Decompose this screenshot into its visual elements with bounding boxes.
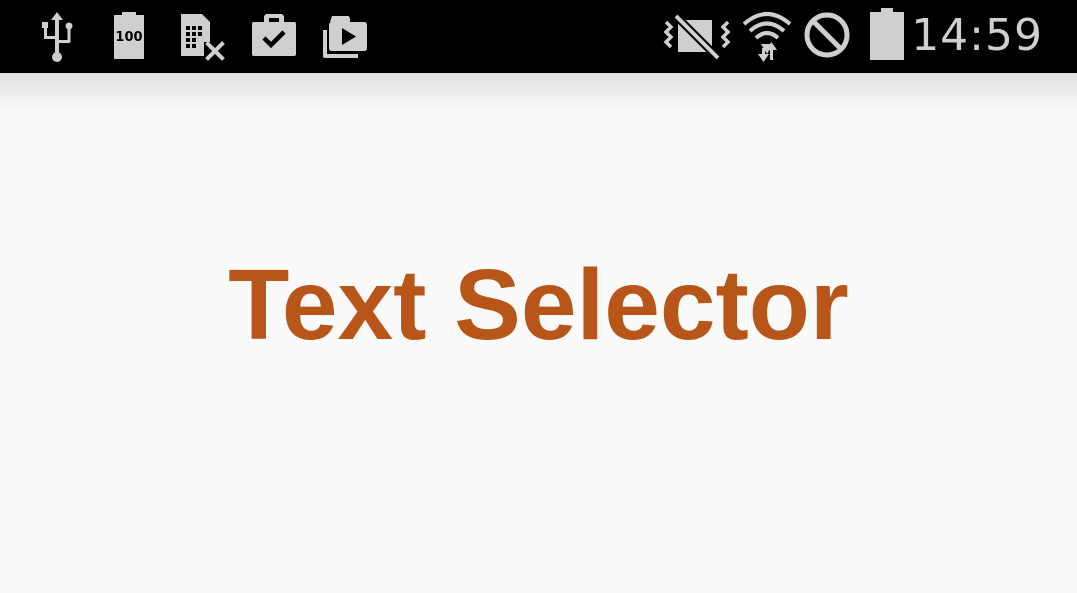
work-briefcase-check-icon bbox=[250, 12, 298, 58]
page-title: Text Selector bbox=[228, 249, 849, 361]
sim-card-missing-icon bbox=[178, 12, 228, 62]
battery-icon bbox=[868, 6, 908, 62]
video-library-icon bbox=[320, 14, 370, 60]
do-not-disturb-icon bbox=[802, 10, 852, 60]
battery-level-label: 100 bbox=[115, 30, 143, 45]
status-bar: 100 14:59 bbox=[0, 0, 1077, 73]
toolbar-shadow bbox=[0, 73, 1077, 113]
status-clock: 14:59 bbox=[911, 10, 1043, 61]
usb-icon bbox=[38, 10, 76, 64]
vibrate-off-icon bbox=[662, 12, 732, 60]
wifi-icon bbox=[740, 8, 794, 64]
